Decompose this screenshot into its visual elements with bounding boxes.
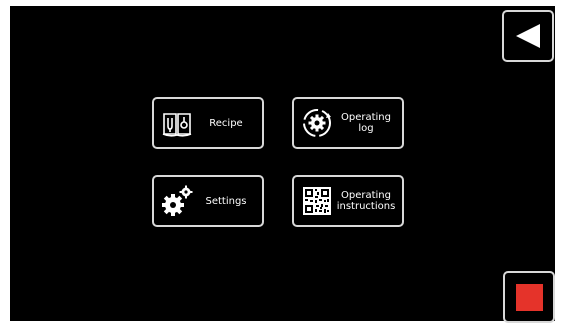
qr-code-icon (300, 184, 334, 218)
back-button[interactable] (502, 10, 554, 62)
settings-button[interactable]: Settings (152, 175, 264, 227)
back-arrow-icon (516, 24, 540, 48)
stop-button[interactable] (503, 271, 555, 323)
operating-instructions-button[interactable]: Operating instructions (292, 175, 404, 227)
recipe-book-icon (160, 106, 194, 140)
main-screen: Recipe Operating log Settings Operating … (10, 6, 555, 323)
stop-icon (515, 283, 543, 311)
gears-icon (160, 184, 194, 218)
gear-cycle-icon (300, 106, 334, 140)
settings-label: Settings (205, 195, 247, 207)
recipe-label: Recipe (209, 117, 243, 129)
operating-instructions-label: Operating instructions (336, 190, 396, 212)
operating-log-label: Operating log (341, 112, 391, 134)
recipe-button[interactable]: Recipe (152, 97, 264, 149)
operating-log-button[interactable]: Operating log (292, 97, 404, 149)
